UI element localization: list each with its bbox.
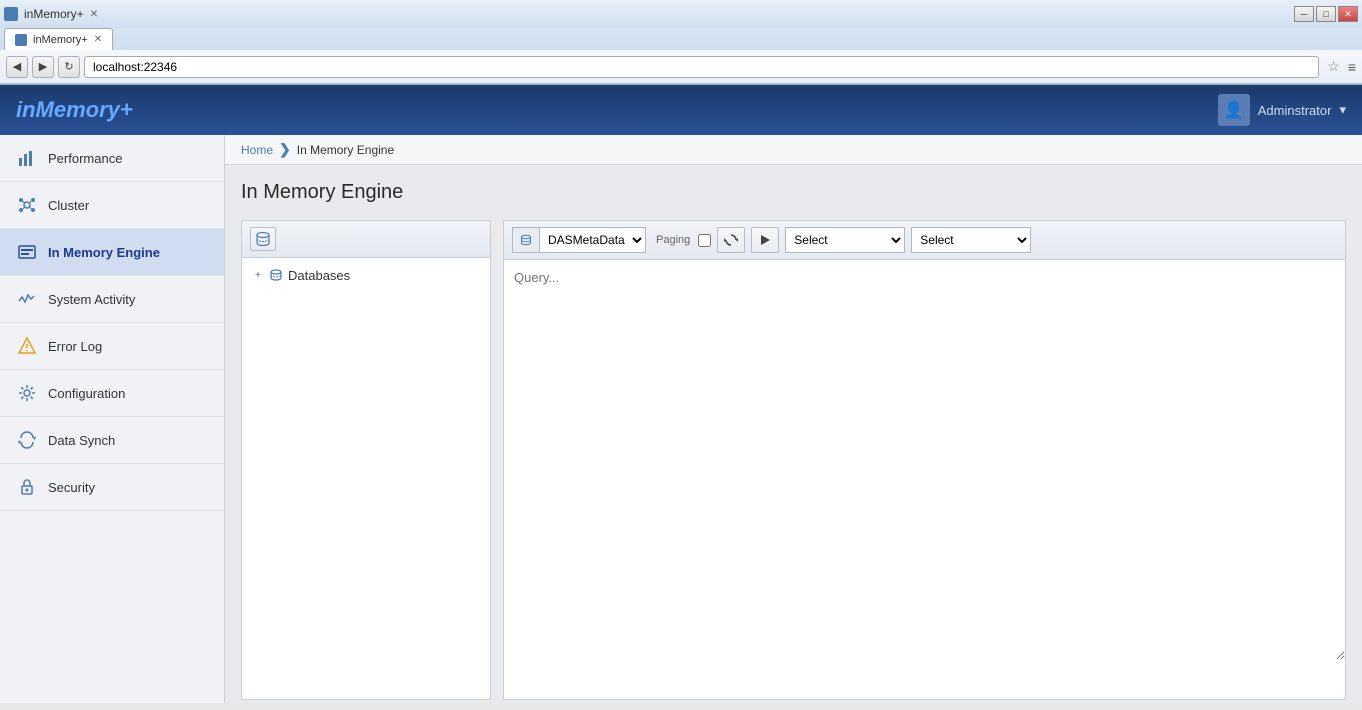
back-btn[interactable]: ◀: [6, 56, 28, 78]
browser-tab[interactable]: inMemory+ ✕: [4, 28, 113, 50]
tree-expand-icon[interactable]: +: [252, 269, 264, 281]
sidebar-label-data-synch: Data Synch: [48, 433, 115, 448]
tree-panel: + Databases: [241, 220, 491, 700]
win-maximize-btn[interactable]: □: [1316, 6, 1336, 22]
sidebar-item-cluster[interactable]: Cluster: [0, 182, 224, 229]
win-close-btn[interactable]: ✕: [1338, 6, 1358, 22]
sidebar-label-security: Security: [48, 480, 95, 495]
browser-menu-icon[interactable]: ≡: [1348, 59, 1356, 75]
sidebar-item-performance[interactable]: Performance: [0, 135, 224, 182]
paging-label: Paging: [656, 234, 690, 246]
tab-title: inMemory+: [24, 7, 84, 21]
performance-icon: [16, 147, 38, 169]
db-select-icon: [512, 227, 539, 253]
breadcrumb-separator: ❯: [279, 141, 291, 158]
breadcrumb-current: In Memory Engine: [297, 143, 394, 157]
user-avatar-icon: 👤: [1218, 94, 1250, 126]
play-btn[interactable]: [751, 227, 779, 253]
sidebar-label-system-activity: System Activity: [48, 292, 135, 307]
tree-toolbar-db-icon[interactable]: [250, 227, 276, 251]
databases-label: Databases: [288, 268, 350, 283]
sidebar-item-system-activity[interactable]: System Activity: [0, 276, 224, 323]
tree-body: + Databases: [242, 258, 490, 292]
select2-dropdown[interactable]: Select: [911, 227, 1031, 253]
username-label: Adminstrator: [1258, 103, 1332, 118]
user-dropdown-icon[interactable]: ▾: [1339, 102, 1346, 118]
user-menu[interactable]: 👤 Adminstrator ▾: [1218, 94, 1346, 126]
sidebar-label-cluster: Cluster: [48, 198, 89, 213]
sidebar-label-configuration: Configuration: [48, 386, 125, 401]
sidebar-item-configuration[interactable]: Configuration: [0, 370, 224, 417]
in-memory-engine-icon: [16, 241, 38, 263]
cluster-icon: [16, 194, 38, 216]
bookmark-star-icon[interactable]: ☆: [1327, 58, 1340, 75]
tab-icon: [15, 34, 27, 46]
query-editor[interactable]: [504, 260, 1345, 660]
refresh-btn[interactable]: [717, 227, 745, 253]
select1-dropdown[interactable]: Select: [785, 227, 905, 253]
tab-close-icon[interactable]: ✕: [94, 34, 102, 45]
sidebar-label-error-log: Error Log: [48, 339, 102, 354]
sidebar-label-in-memory-engine: In Memory Engine: [48, 245, 160, 260]
app-logo: inMemory+: [16, 97, 133, 123]
query-toolbar: DASMetaData Paging: [504, 221, 1345, 260]
content-area: Home ❯ In Memory Engine In Memory Engine: [225, 135, 1362, 703]
tree-item-databases[interactable]: + Databases: [248, 264, 484, 286]
databases-icon: [268, 267, 284, 283]
tree-toolbar: [242, 221, 490, 258]
page-content: In Memory Engine: [225, 165, 1362, 703]
sidebar-label-performance: Performance: [48, 151, 122, 166]
sidebar: Performance Cluster: [0, 135, 225, 703]
sidebar-item-error-log[interactable]: Error Log: [0, 323, 224, 370]
forward-btn[interactable]: ▶: [32, 56, 54, 78]
security-icon: [16, 476, 38, 498]
breadcrumb-home[interactable]: Home: [241, 143, 273, 157]
query-panel: DASMetaData Paging: [503, 220, 1346, 700]
sidebar-item-data-synch[interactable]: Data Synch: [0, 417, 224, 464]
breadcrumb: Home ❯ In Memory Engine: [225, 135, 1362, 165]
db-selector[interactable]: DASMetaData: [539, 227, 646, 253]
win-minimize-btn[interactable]: ─: [1294, 6, 1314, 22]
sidebar-item-security[interactable]: Security: [0, 464, 224, 511]
page-title: In Memory Engine: [241, 181, 1346, 204]
configuration-icon: [16, 382, 38, 404]
app-header: inMemory+ 👤 Adminstrator ▾: [0, 85, 1362, 135]
sidebar-item-in-memory-engine[interactable]: In Memory Engine: [0, 229, 224, 276]
db-select-wrap: DASMetaData: [512, 227, 646, 253]
tab-label: inMemory+: [33, 34, 88, 46]
system-activity-icon: [16, 288, 38, 310]
refresh-btn[interactable]: ↻: [58, 56, 80, 78]
paging-checkbox[interactable]: [698, 234, 711, 247]
tab-close-btn[interactable]: ✕: [90, 9, 98, 20]
data-synch-icon: [16, 429, 38, 451]
address-bar[interactable]: [84, 56, 1319, 78]
tab-favicon: [4, 7, 18, 21]
error-log-icon: [16, 335, 38, 357]
